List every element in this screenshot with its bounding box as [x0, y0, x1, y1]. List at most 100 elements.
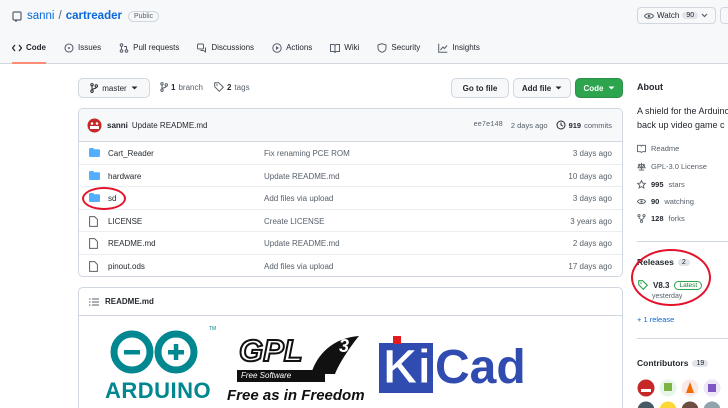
file-row[interactable]: LICENSE Create LICENSE 3 years ago	[79, 210, 622, 233]
forks-label: forks	[668, 214, 685, 223]
commit-message[interactable]: Update README.md	[132, 121, 208, 130]
code-button[interactable]: Code	[575, 78, 623, 98]
tab-pull-requests[interactable]: Pull requests	[119, 38, 179, 64]
tab-discussions-label: Discussions	[211, 43, 255, 52]
tag-icon	[214, 82, 224, 92]
kicad-ki: Ki	[383, 341, 432, 395]
file-age: 3 days ago	[572, 194, 612, 204]
tab-code[interactable]: Code	[12, 38, 46, 64]
law-icon	[637, 162, 646, 171]
license-link[interactable]: GPL-3.0 License	[637, 162, 707, 171]
readme-title[interactable]: README.md	[105, 297, 154, 306]
file-icon	[89, 261, 98, 272]
avatar[interactable]	[681, 401, 699, 408]
avatar[interactable]	[87, 118, 102, 133]
tab-insights[interactable]: Insights	[438, 38, 480, 64]
file-name[interactable]: hardware	[108, 172, 141, 181]
tab-security[interactable]: Security	[377, 38, 420, 64]
go-to-file-button[interactable]: Go to file	[451, 78, 509, 98]
about-description-line1: A shield for the Arduino	[637, 106, 728, 116]
file-commit-message[interactable]: Add files via upload	[264, 262, 333, 271]
avatar[interactable]	[703, 379, 721, 397]
file-commit-message[interactable]: Fix renaming PCE ROM	[264, 149, 350, 158]
file-row[interactable]: hardware Update README.md 10 days ago	[79, 165, 622, 188]
repo-icon	[12, 10, 22, 22]
readme-panel: README.md TM ARDUINO GPL 3 Free Software…	[78, 287, 623, 408]
pull-request-icon	[119, 43, 129, 53]
contributors-heading-link[interactable]: Contributors 19	[637, 358, 709, 368]
file-row[interactable]: pinout.ods Add files via upload 17 days …	[79, 255, 622, 276]
file-name[interactable]: README.md	[108, 239, 156, 248]
readme-header: README.md	[79, 288, 622, 316]
commits-link[interactable]: 919 commits	[556, 120, 612, 130]
avatar[interactable]	[659, 401, 677, 408]
tags-link[interactable]: 2 tags	[214, 82, 250, 92]
play-icon	[272, 43, 282, 53]
gpl-free-software-bar: Free Software	[237, 370, 325, 382]
file-name[interactable]: pinout.ods	[108, 262, 145, 271]
file-name[interactable]: LICENSE	[108, 217, 142, 226]
file-commit-message[interactable]: Create LICENSE	[264, 217, 324, 226]
watchers-link[interactable]: 90 watching	[637, 197, 694, 206]
file-commit-message[interactable]: Update README.md	[264, 239, 340, 248]
arduino-logo: TM ARDUINO	[105, 326, 219, 408]
tab-actions[interactable]: Actions	[272, 38, 312, 64]
add-file-label: Add file	[521, 83, 552, 93]
chevron-down-icon	[131, 86, 138, 89]
star-icon	[637, 180, 646, 189]
eye-icon	[637, 199, 646, 204]
file-name[interactable]: Cart_Reader	[108, 149, 154, 158]
file-row[interactable]: sd Add files via upload 3 days ago	[79, 187, 622, 210]
sidebar-divider	[637, 338, 728, 339]
avatar[interactable]	[681, 379, 699, 397]
contributors-heading: Contributors	[637, 358, 689, 368]
latest-commit-bar: sanni Update README.md ee7e148 2 days ag…	[79, 109, 622, 142]
folder-icon	[89, 170, 100, 180]
forks-link[interactable]: 128 forks	[637, 214, 685, 223]
branch-icon	[160, 82, 168, 92]
stars-label: stars	[668, 180, 685, 189]
avatar[interactable]	[637, 401, 655, 408]
kicad-logo: Ki Cad	[379, 336, 529, 400]
book-icon	[637, 144, 646, 153]
file-commit-message[interactable]: Update README.md	[264, 172, 340, 181]
visibility-badge: Public	[127, 10, 160, 22]
repo-name-link[interactable]: cartreader	[66, 10, 122, 22]
commit-sha[interactable]: ee7e148	[473, 121, 502, 129]
file-age: 2 days ago	[572, 239, 612, 249]
readme-link-label: Readme	[651, 144, 680, 153]
arduino-tm: TM	[209, 326, 217, 332]
file-commit-message[interactable]: Add files via upload	[264, 194, 333, 203]
watch-button[interactable]: Watch 90	[637, 7, 716, 24]
tab-wiki[interactable]: Wiki	[330, 38, 359, 64]
tag-count: 2	[227, 82, 232, 92]
repo-owner-link[interactable]: sanni	[27, 10, 55, 22]
watch-label: Watch	[657, 11, 680, 20]
avatar[interactable]	[659, 379, 677, 397]
add-file-button[interactable]: Add file	[513, 78, 571, 98]
file-row[interactable]: Cart_Reader Fix renaming PCE ROM 3 days …	[79, 142, 622, 165]
file-row[interactable]: README.md Update README.md 2 days ago	[79, 232, 622, 255]
watching-count: 90	[651, 197, 660, 206]
branch-select-button[interactable]: master	[78, 78, 150, 98]
tab-issues[interactable]: Issues	[64, 38, 101, 64]
avatar[interactable]	[703, 401, 721, 408]
file-age: 3 years ago	[570, 216, 612, 226]
about-description-line2: back up video game c	[637, 120, 725, 130]
commit-author[interactable]: sanni	[107, 121, 128, 130]
discussion-icon	[197, 43, 207, 53]
avatar[interactable]	[637, 379, 655, 397]
code-button-label: Code	[583, 83, 604, 93]
list-icon[interactable]	[89, 297, 99, 306]
readme-link[interactable]: Readme	[637, 144, 679, 153]
branches-link[interactable]: 1 branch	[160, 82, 203, 92]
chevron-down-icon	[555, 86, 562, 89]
fork-button[interactable]	[720, 7, 728, 24]
watching-label: watching	[664, 197, 694, 206]
repo-title: sanni / cartreader Public	[12, 8, 160, 24]
commit-count-label: commits	[584, 120, 612, 130]
stars-link[interactable]: 995 stars	[637, 180, 685, 189]
arduino-infinity-icon	[110, 330, 198, 374]
more-releases-link[interactable]: + 1 release	[637, 315, 674, 324]
tab-discussions[interactable]: Discussions	[197, 38, 254, 64]
